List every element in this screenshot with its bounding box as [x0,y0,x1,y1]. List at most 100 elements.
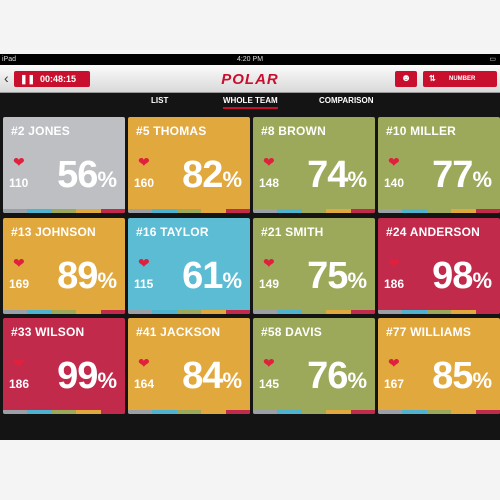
player-tile[interactable]: #41 JACKSON ❤ 164 84% [128,318,250,414]
clock: 4:20 PM [236,56,264,63]
zone-segment [350,209,375,213]
player-tile[interactable]: #77 WILLIAMS ❤ 167 85% [378,318,500,414]
zone-segment [3,310,28,314]
player-tile[interactable]: #33 WILSON ❤ 186 99% [3,318,125,414]
hr-percent: 82% [182,154,242,197]
zone-bar [253,209,375,213]
percent-sign: % [97,368,117,393]
tab-comparison[interactable]: COMPARISON [319,96,374,105]
player-name: #24 ANDERSON [386,225,480,239]
heart-rate: 110 [9,176,29,190]
zone-bar [128,310,250,314]
percent-sign: % [97,167,117,192]
heart-rate: 164 [134,377,155,391]
user-add-button[interactable]: ☻ [395,71,417,87]
zone-bar [378,410,500,414]
heart-rate: 169 [9,277,30,291]
player-tile[interactable]: #16 TAYLOR ❤ 115 61% [128,218,250,314]
hr-percent: 76% [307,355,367,398]
user-add-icon: ☻ [400,73,412,84]
heart-icon: ❤ [263,255,275,271]
zone-segment [350,410,375,414]
zone-segment [3,209,28,213]
player-name: #8 BROWN [261,124,326,138]
zone-segment [100,310,125,314]
zone-segment [451,209,476,213]
heart-rate: 186 [384,277,405,291]
percent-sign: % [222,368,242,393]
heart-rate: 115 [134,277,154,291]
heart-rate: 167 [384,377,405,391]
zone-segment [3,410,28,414]
zone-segment [475,310,500,314]
zone-segment [201,410,226,414]
zone-segment [451,410,476,414]
zone-segment [475,410,500,414]
zone-bar [253,310,375,314]
percent-value: 89 [57,255,98,297]
tab-whole-team[interactable]: WHOLE TEAM [223,96,278,109]
hr-percent: 99% [57,355,117,398]
zone-segment [475,209,500,213]
zone-segment [378,410,403,414]
zone-segment [27,410,52,414]
zone-bar [253,410,375,414]
zone-segment [76,410,101,414]
sort-button[interactable]: ⇅ NUMBER [423,71,497,87]
zone-segment [51,209,77,213]
zone-bar [128,209,250,213]
zone-bar [128,410,250,414]
zone-segment [402,310,427,314]
heart-rate: 149 [259,277,280,291]
percent-value: 77 [432,154,473,196]
zone-segment [51,310,77,314]
zone-segment [152,209,177,213]
hr-percent: 56% [57,154,117,197]
percent-sign: % [222,167,242,192]
percent-value: 84 [182,355,223,397]
player-tile[interactable]: #2 JONES ❤ 110 56% [3,117,125,213]
percent-value: 56 [57,154,98,196]
zone-segment [128,310,153,314]
zone-bar [378,310,500,314]
player-tile[interactable]: #5 THOMAS ❤ 160 82% [128,117,250,213]
player-tile[interactable]: #58 DAVIS ❤ 145 76% [253,318,375,414]
bottom-bar [0,415,500,440]
zone-segment [253,410,278,414]
zone-segment [76,310,101,314]
player-tile[interactable]: #21 SMITH ❤ 149 75% [253,218,375,314]
zone-segment [426,310,452,314]
zone-segment [301,209,327,213]
zone-segment [253,209,278,213]
heart-icon: ❤ [138,154,150,170]
zone-segment [402,410,427,414]
player-name: #77 WILLIAMS [386,325,472,339]
player-tile[interactable]: #8 BROWN ❤ 148 74% [253,117,375,213]
percent-value: 85 [432,355,473,397]
percent-value: 61 [182,255,223,297]
heart-icon: ❤ [138,355,150,371]
status-bar: iPad 4:20 PM ▭ [0,54,500,65]
sort-icon: ⇅ [429,74,436,83]
zone-segment [128,209,153,213]
zone-segment [176,310,202,314]
heart-rate: 160 [134,176,155,190]
zone-segment [350,310,375,314]
hr-percent: 75% [307,255,367,298]
percent-sign: % [347,368,367,393]
percent-sign: % [472,368,492,393]
percent-value: 75 [307,255,348,297]
player-tile[interactable]: #24 ANDERSON ❤ 186 98% [378,218,500,314]
tab-list[interactable]: LIST [151,96,168,105]
zone-segment [201,310,226,314]
heart-icon: ❤ [263,355,275,371]
heart-icon: ❤ [13,154,25,170]
player-name: #10 MILLER [386,124,457,138]
player-tile[interactable]: #13 JOHNSON ❤ 169 89% [3,218,125,314]
player-name: #33 WILSON [11,325,85,339]
percent-sign: % [472,268,492,293]
player-tile[interactable]: #10 MILLER ❤ 140 77% [378,117,500,213]
top-toolbar: ‹ ❚❚ 00:48:15 POLAR ☻ ⇅ NUMBER [0,65,500,93]
hr-percent: 84% [182,355,242,398]
player-name: #2 JONES [11,124,70,138]
